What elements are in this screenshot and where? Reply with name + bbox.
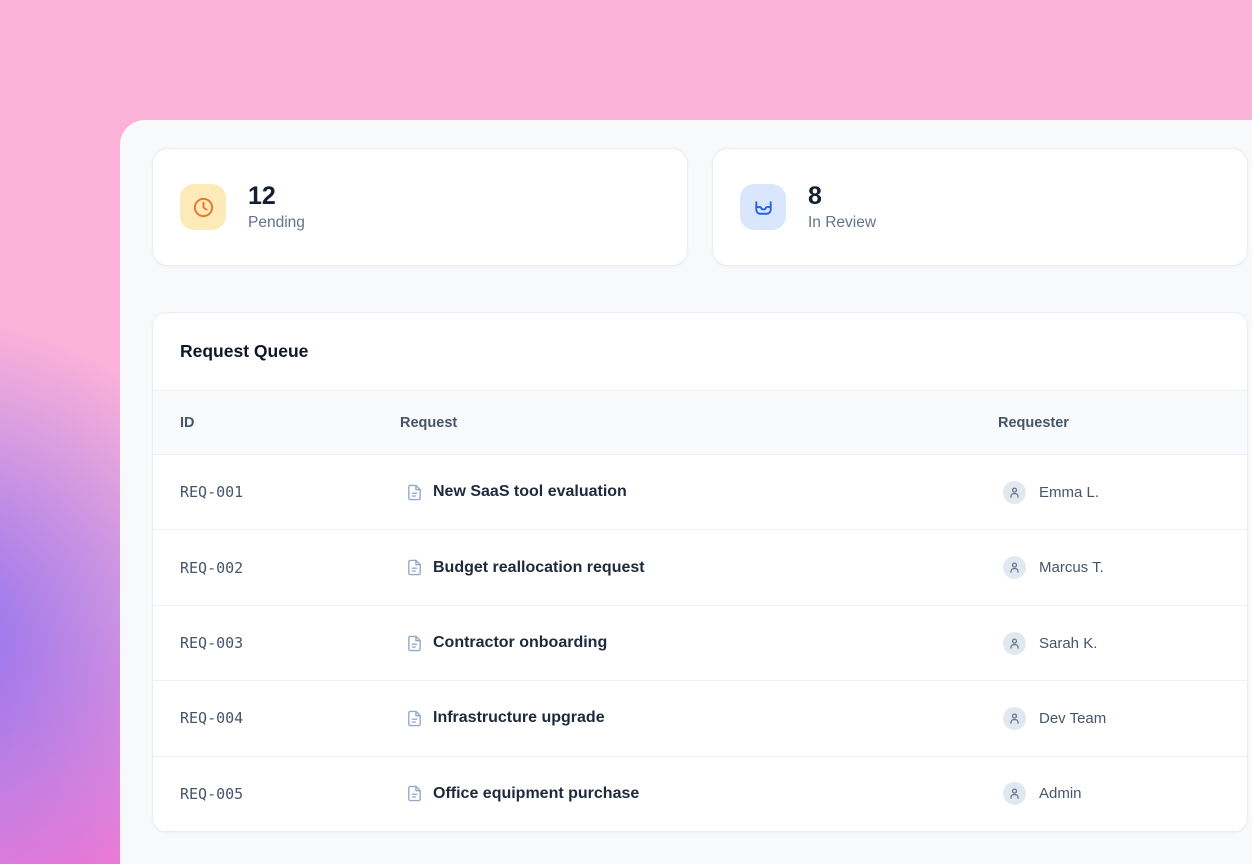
table-body: REQ-001 New SaaS tool evaluation — [153, 455, 1247, 831]
avatar — [1003, 782, 1026, 805]
requester-name: Sarah K. — [1039, 635, 1097, 652]
clock-icon — [180, 184, 226, 230]
requester-cell: Dev Team — [998, 707, 1247, 730]
stats-row: 12 Pending 8 In Review — [152, 148, 1252, 266]
request-cell: Office equipment purchase — [400, 785, 998, 803]
request-queue-card: Request Queue ID Request Requester REQ-0… — [152, 312, 1248, 832]
stat-card-pending: 12 Pending — [152, 148, 688, 266]
request-title: Office equipment purchase — [433, 785, 639, 803]
requester-name: Dev Team — [1039, 710, 1106, 727]
document-icon — [406, 635, 423, 652]
document-icon — [406, 785, 423, 802]
requester-cell: Admin — [998, 782, 1247, 805]
table-row[interactable]: REQ-005 Office equipment purchase — [153, 757, 1247, 831]
pending-count: 12 — [248, 182, 305, 211]
requester-cell: Sarah K. — [998, 632, 1247, 655]
request-id: REQ-004 — [180, 709, 400, 727]
requester-name: Emma L. — [1039, 484, 1099, 501]
request-title: Budget reallocation request — [433, 559, 645, 577]
request-cell: Budget reallocation request — [400, 559, 998, 577]
avatar — [1003, 481, 1026, 504]
document-icon — [406, 484, 423, 501]
column-header-id: ID — [180, 415, 400, 431]
document-icon — [406, 710, 423, 727]
table-row[interactable]: REQ-003 Contractor onboarding — [153, 606, 1247, 681]
stat-card-in-review: 8 In Review — [712, 148, 1248, 266]
request-id: REQ-002 — [180, 559, 400, 577]
request-id: REQ-001 — [180, 483, 400, 501]
desktop-background: 12 Pending 8 In Review Request Queue — [0, 0, 1252, 864]
document-icon — [406, 559, 423, 576]
avatar — [1003, 632, 1026, 655]
table-row[interactable]: REQ-002 Budget reallocation request — [153, 530, 1247, 605]
avatar — [1003, 556, 1026, 579]
request-cell: New SaaS tool evaluation — [400, 483, 998, 501]
table-title: Request Queue — [153, 313, 1247, 391]
request-title: New SaaS tool evaluation — [433, 483, 627, 501]
column-header-request: Request — [400, 415, 998, 431]
column-header-requester: Requester — [998, 415, 1247, 431]
app-panel: 12 Pending 8 In Review Request Queue — [120, 120, 1252, 864]
in-review-label: In Review — [808, 214, 876, 232]
table-header-row: ID Request Requester — [153, 391, 1247, 455]
request-cell: Contractor onboarding — [400, 634, 998, 652]
stat-text: 8 In Review — [808, 182, 876, 232]
in-review-count: 8 — [808, 182, 876, 211]
pending-label: Pending — [248, 214, 305, 232]
request-id: REQ-003 — [180, 634, 400, 652]
request-title: Infrastructure upgrade — [433, 709, 605, 727]
avatar — [1003, 707, 1026, 730]
request-cell: Infrastructure upgrade — [400, 709, 998, 727]
table-row[interactable]: REQ-001 New SaaS tool evaluation — [153, 455, 1247, 530]
request-title: Contractor onboarding — [433, 634, 607, 652]
requester-cell: Marcus T. — [998, 556, 1247, 579]
table-row[interactable]: REQ-004 Infrastructure upgrade — [153, 681, 1247, 756]
stat-text: 12 Pending — [248, 182, 305, 232]
requester-name: Marcus T. — [1039, 559, 1104, 576]
requester-name: Admin — [1039, 785, 1082, 802]
request-id: REQ-005 — [180, 785, 400, 803]
requester-cell: Emma L. — [998, 481, 1247, 504]
inbox-icon — [740, 184, 786, 230]
